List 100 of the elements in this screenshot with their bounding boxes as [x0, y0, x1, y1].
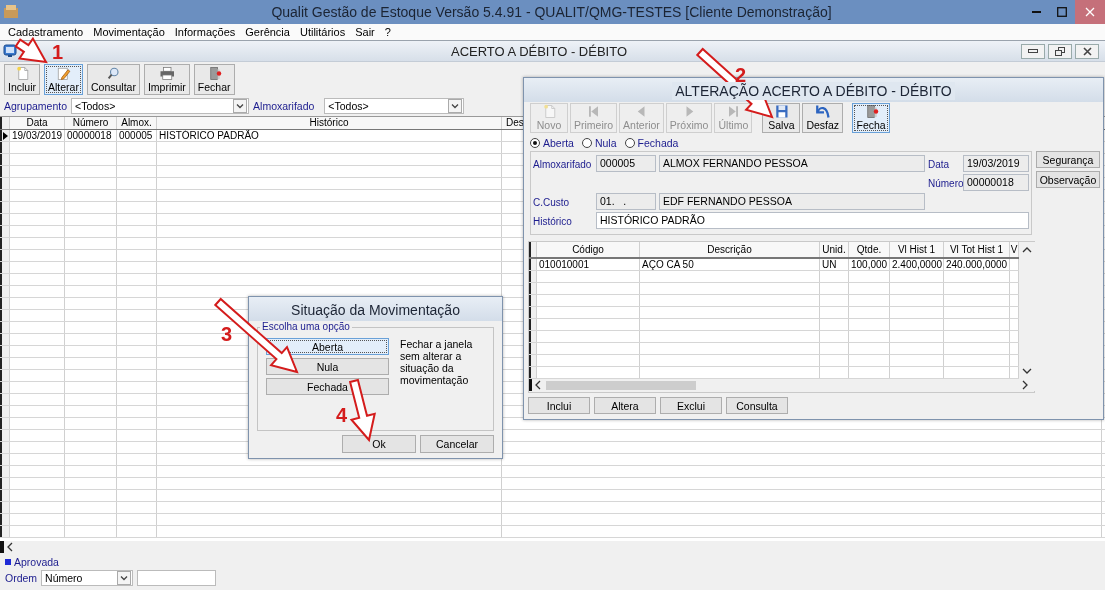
- menu-item[interactable]: Movimentação: [88, 26, 170, 38]
- caret-icon: [117, 571, 132, 585]
- dialog-title: Situação da Movimentação: [249, 297, 502, 321]
- input-field[interactable]: HISTÓRICO PADRÃO: [596, 212, 1029, 229]
- close-button[interactable]: [1075, 43, 1099, 59]
- dialog-button[interactable]: Ok: [342, 435, 416, 453]
- menu-item[interactable]: Cadastramento: [3, 26, 89, 38]
- column-header: Des: [506, 117, 524, 128]
- input-field[interactable]: [137, 570, 217, 586]
- column-header: Qtde.: [856, 244, 882, 255]
- column-header: Histórico: [309, 117, 349, 128]
- action-button[interactable]: Consulta: [726, 397, 788, 414]
- action-button[interactable]: Exclui: [660, 397, 722, 414]
- table-cell: 2.400,0000: [890, 259, 944, 270]
- document-icon: [14, 65, 30, 81]
- restore-button[interactable]: [1048, 43, 1072, 59]
- toolbar-button[interactable]: Imprimir: [143, 63, 190, 95]
- side-button[interactable]: Segurança: [1036, 151, 1100, 168]
- printer-icon: [159, 65, 175, 81]
- field-label: Ordem: [5, 572, 38, 584]
- scrollbar-thumb[interactable]: [546, 380, 696, 390]
- dropdown[interactable]: <Todos>: [324, 98, 465, 114]
- input-field[interactable]: 000005: [596, 155, 656, 172]
- toolbar-button[interactable]: Incluir: [4, 63, 40, 95]
- action-button[interactable]: Inclui: [528, 397, 590, 414]
- table-cell: 240.000,0000: [944, 259, 1010, 270]
- menu-item[interactable]: Informações: [169, 26, 241, 38]
- app-icon: [2, 3, 20, 21]
- caret-icon: [448, 99, 463, 113]
- column-header: Vl Hist 1: [897, 244, 936, 255]
- table-cell: AÇO CA 50: [640, 259, 820, 270]
- menu-item[interactable]: Gerência: [240, 26, 295, 38]
- scroll-left-icon: [6, 542, 14, 552]
- toolbar-button[interactable]: Fechar: [193, 63, 235, 95]
- minimize-icon: [1028, 49, 1038, 53]
- table-cell: HISTÓRICO PADRÃO: [157, 130, 502, 141]
- restore-icon: [1055, 46, 1065, 56]
- field-label: Data: [928, 158, 951, 170]
- column-header: Unid.: [822, 244, 846, 255]
- column-header: Código: [572, 244, 604, 255]
- scroll-right-icon: [1021, 380, 1029, 390]
- toolbar-button[interactable]: Alterar: [44, 63, 83, 95]
- field-label: Agrupamento: [4, 100, 68, 112]
- column-header: Número: [72, 117, 109, 128]
- menu-item[interactable]: ?: [379, 26, 396, 38]
- edit-icon: [56, 65, 71, 81]
- column-header: V: [1010, 244, 1018, 255]
- dialog-button[interactable]: Cancelar: [420, 435, 494, 453]
- minimize-icon: [1031, 11, 1041, 13]
- horizontal-scrollbar[interactable]: [529, 379, 1035, 391]
- window-title: ACERTO A DÉBITO - DÉBITO: [450, 43, 627, 59]
- table-cell: 100,000: [849, 259, 890, 270]
- input-field[interactable]: 00000018: [963, 174, 1029, 191]
- column-header: Descrição: [707, 244, 752, 255]
- input-field[interactable]: 19/03/2019: [963, 155, 1029, 172]
- table-cell: UN: [820, 259, 849, 270]
- field-label: C.Custo: [533, 196, 571, 208]
- input-field[interactable]: 01. .: [596, 193, 656, 210]
- input-field[interactable]: ALMOX FERNANDO PESSOA: [659, 155, 925, 172]
- radio-button[interactable]: Aberta: [530, 136, 574, 149]
- close-icon: [1085, 7, 1095, 17]
- toolbar-button[interactable]: Fecha: [852, 103, 891, 133]
- action-button[interactable]: Altera: [594, 397, 656, 414]
- menu-item[interactable]: Sair: [350, 26, 380, 38]
- toolbar-button[interactable]: Consultar: [86, 63, 140, 95]
- step-number: 3: [221, 323, 233, 345]
- input-field[interactable]: EDF FERNANDO PESSOA: [659, 193, 925, 210]
- dropdown[interactable]: Número: [41, 570, 134, 586]
- dropdown[interactable]: <Todos>: [71, 98, 250, 114]
- step-number: 1: [52, 41, 64, 63]
- field-label: Almoxarifado: [533, 158, 593, 170]
- document-icon: [541, 104, 557, 119]
- menu-item[interactable]: Utilitários: [294, 26, 351, 38]
- scroll-up-icon: [1022, 246, 1032, 254]
- group-label: Escolha uma opção: [260, 321, 352, 332]
- field-label: Histórico: [533, 215, 573, 227]
- dialog-title: ALTERAÇÃO ACERTO A DÉBITO - DÉBITO: [672, 82, 955, 100]
- option-button[interactable]: Fechada: [266, 378, 389, 395]
- caret-icon: [233, 99, 248, 113]
- radio-button[interactable]: Nula: [581, 136, 617, 149]
- column-header: Data: [26, 117, 48, 128]
- maximize-icon: [1057, 7, 1067, 17]
- hint-text: Fechar a janela sem alterar a situação da movimentação: [400, 338, 474, 388]
- window-title: Qualit Gestão de Estoque Versão 5.4.91 - QUALIT/QMG-TESTES [Cliente Demonstração]: [270, 4, 833, 20]
- legend-label: Aprovada: [14, 555, 59, 568]
- radio-button[interactable]: Fechada: [624, 136, 679, 149]
- column-header: Vl Tot Hist 1: [949, 244, 1004, 255]
- side-button[interactable]: Observação: [1036, 171, 1100, 188]
- table-cell: 010010001: [537, 259, 640, 270]
- step-number: 4: [336, 404, 348, 426]
- search-icon: [105, 65, 121, 81]
- scroll-left-icon: [534, 380, 542, 390]
- table-cell: 00000018: [65, 130, 117, 141]
- scroll-down-icon: [1022, 367, 1032, 375]
- table-cell: 000005: [117, 130, 157, 141]
- table-cell: 19/03/2019: [10, 130, 65, 141]
- column-header: Almox.: [121, 117, 152, 128]
- minimize-button[interactable]: [1021, 43, 1045, 59]
- close-icon: [1082, 46, 1092, 56]
- toolbar-button[interactable]: Desfaz: [802, 103, 844, 133]
